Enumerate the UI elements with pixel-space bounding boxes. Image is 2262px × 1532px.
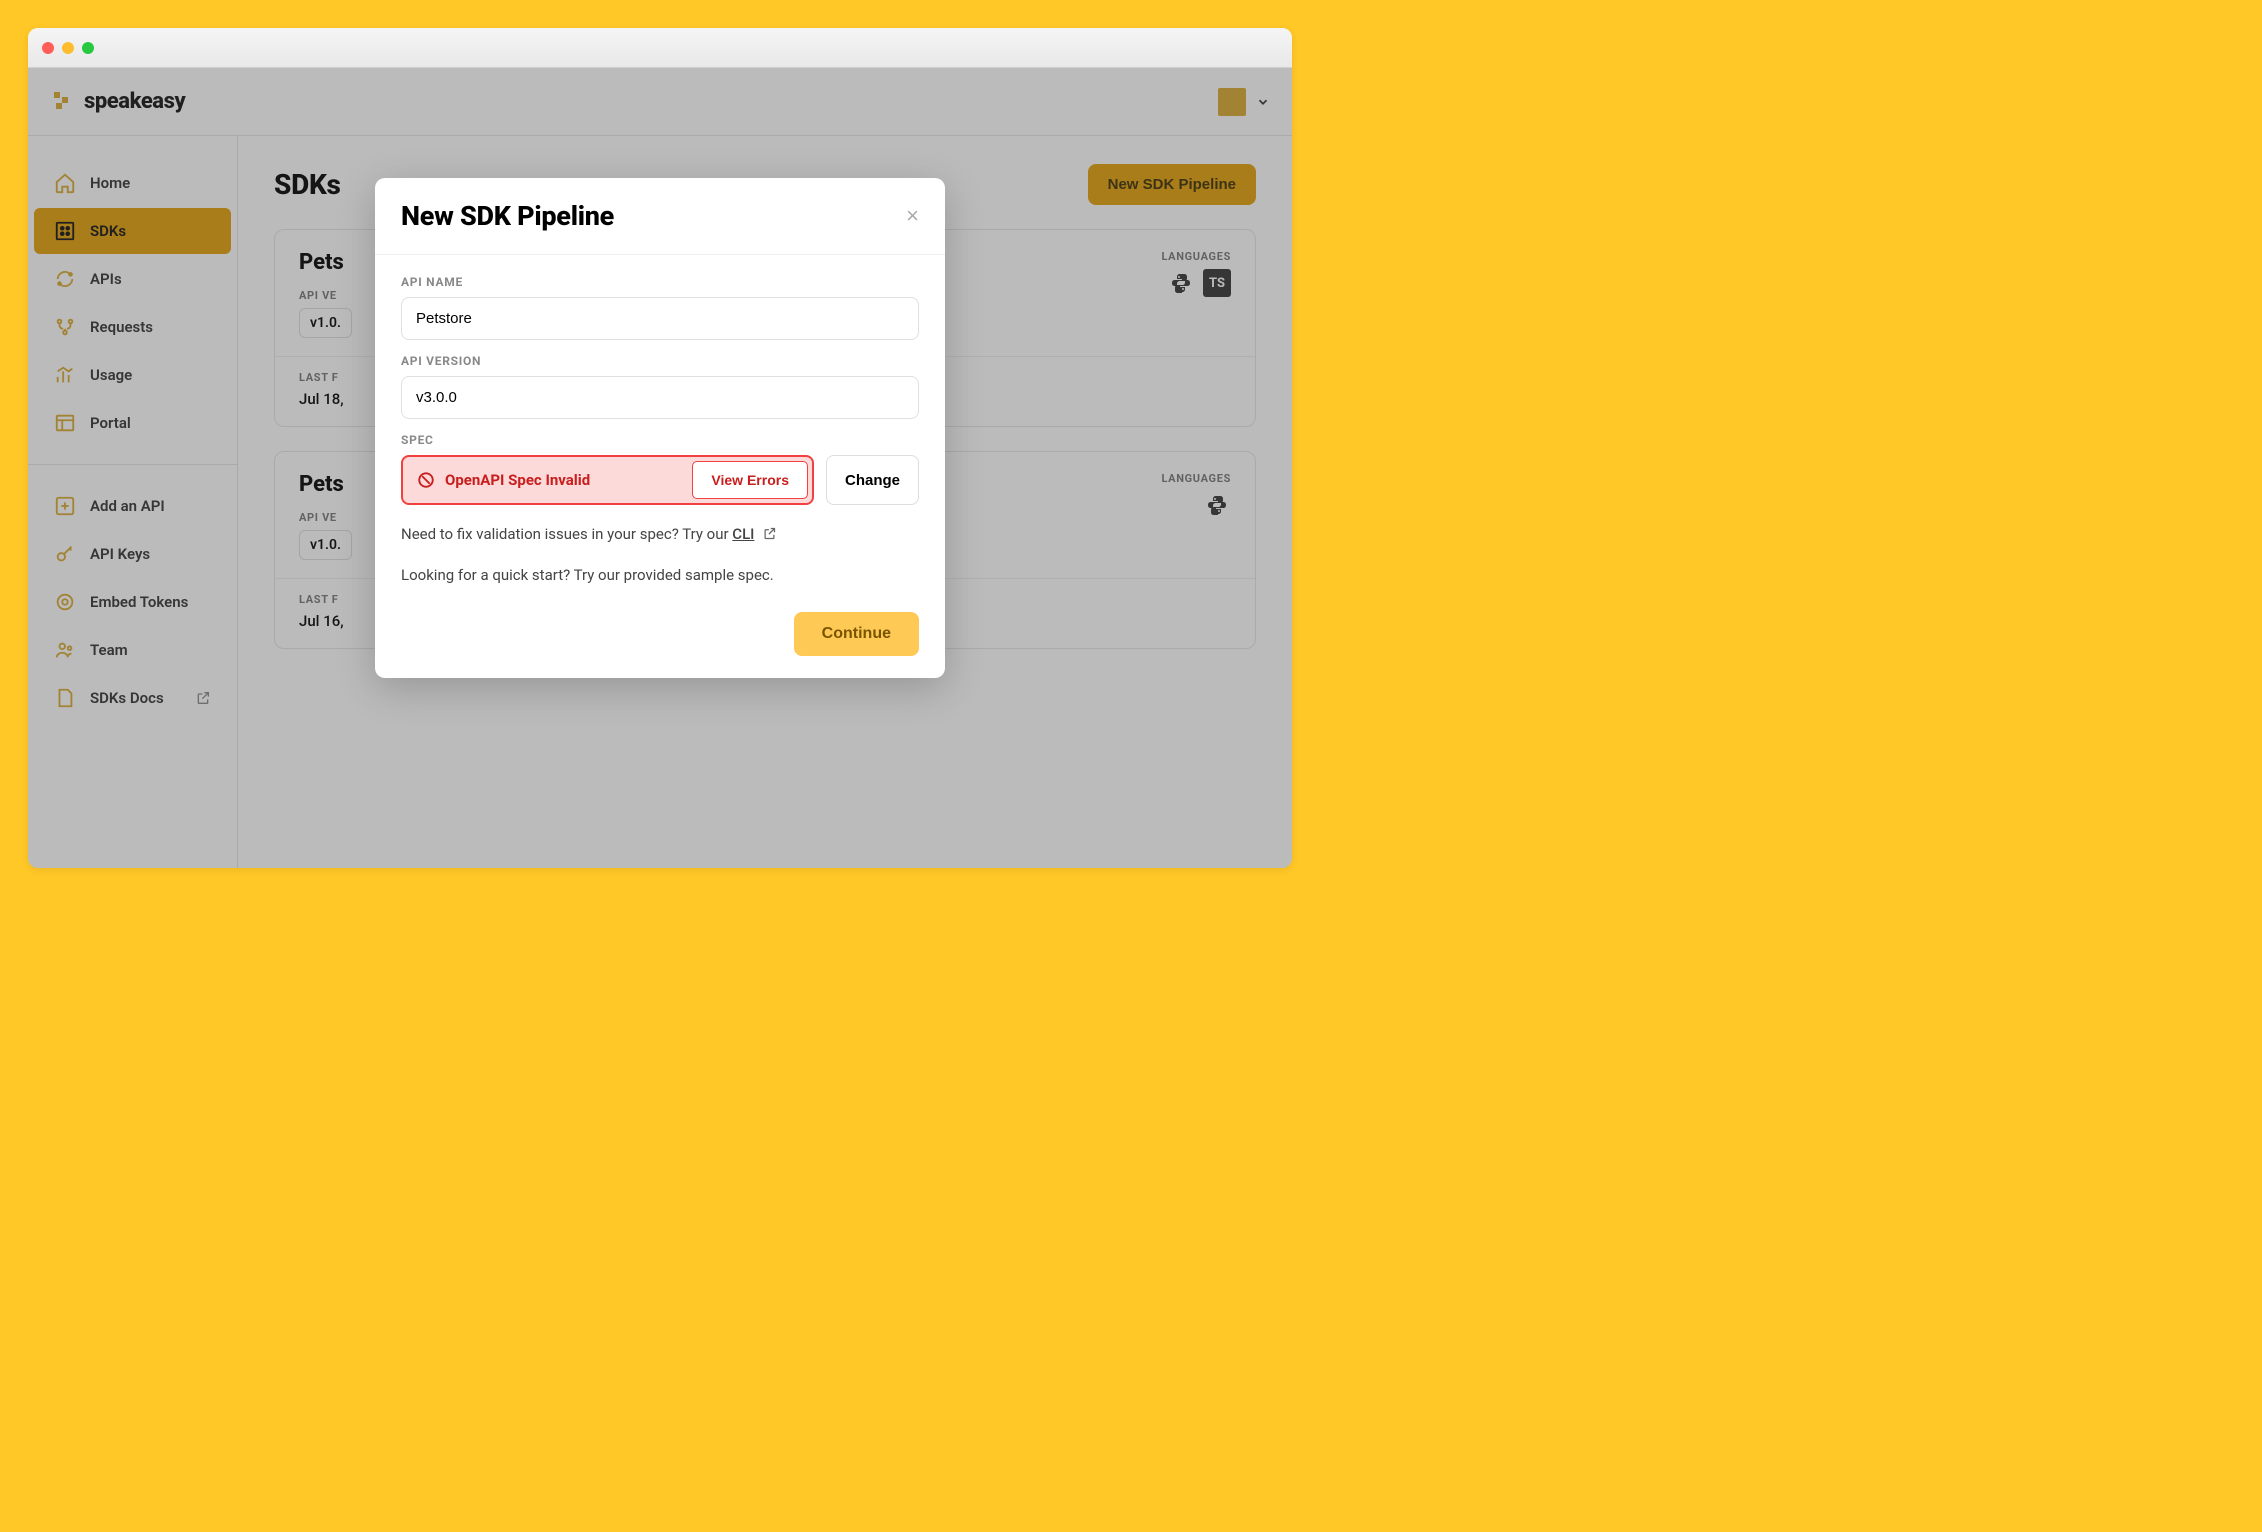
window-close-icon[interactable] [42, 42, 54, 54]
modal-title: New SDK Pipeline [401, 200, 614, 232]
window-max-icon[interactable] [82, 42, 94, 54]
modal-header: New SDK Pipeline × [375, 178, 945, 255]
view-errors-button[interactable]: View Errors [692, 461, 808, 499]
continue-button[interactable]: Continue [794, 612, 919, 656]
modal-footer: Continue [375, 596, 945, 678]
window-min-icon[interactable] [62, 42, 74, 54]
error-icon [417, 471, 435, 489]
window-titlebar [28, 28, 1292, 68]
spec-label: SPEC [401, 433, 919, 447]
spec-row: OpenAPI Spec Invalid View Errors Change [401, 455, 919, 505]
hint-quick-start: Looking for a quick start? Try our provi… [401, 564, 919, 587]
api-version-label: API VERSION [401, 354, 919, 368]
api-version-input[interactable] [401, 376, 919, 419]
change-spec-button[interactable]: Change [826, 455, 919, 505]
api-name-label: API NAME [401, 275, 919, 289]
modal-close-button[interactable]: × [906, 205, 919, 227]
api-name-input[interactable] [401, 297, 919, 340]
cli-link[interactable]: CLI [732, 525, 754, 543]
close-icon: × [906, 203, 919, 228]
modal-overlay[interactable]: New SDK Pipeline × API NAME API VERSION … [28, 68, 1292, 868]
spec-error-text: OpenAPI Spec Invalid [445, 471, 590, 489]
modal-body: API NAME API VERSION SPEC OpenAPI Spec I… [375, 255, 945, 596]
app-window: speakeasy Home SDKs [28, 28, 1292, 868]
hint-fix-validation: Need to fix validation issues in your sp… [401, 523, 919, 546]
external-link-icon [762, 526, 777, 541]
spec-error-alert: OpenAPI Spec Invalid View Errors [401, 455, 814, 505]
new-sdk-pipeline-modal: New SDK Pipeline × API NAME API VERSION … [375, 178, 945, 678]
